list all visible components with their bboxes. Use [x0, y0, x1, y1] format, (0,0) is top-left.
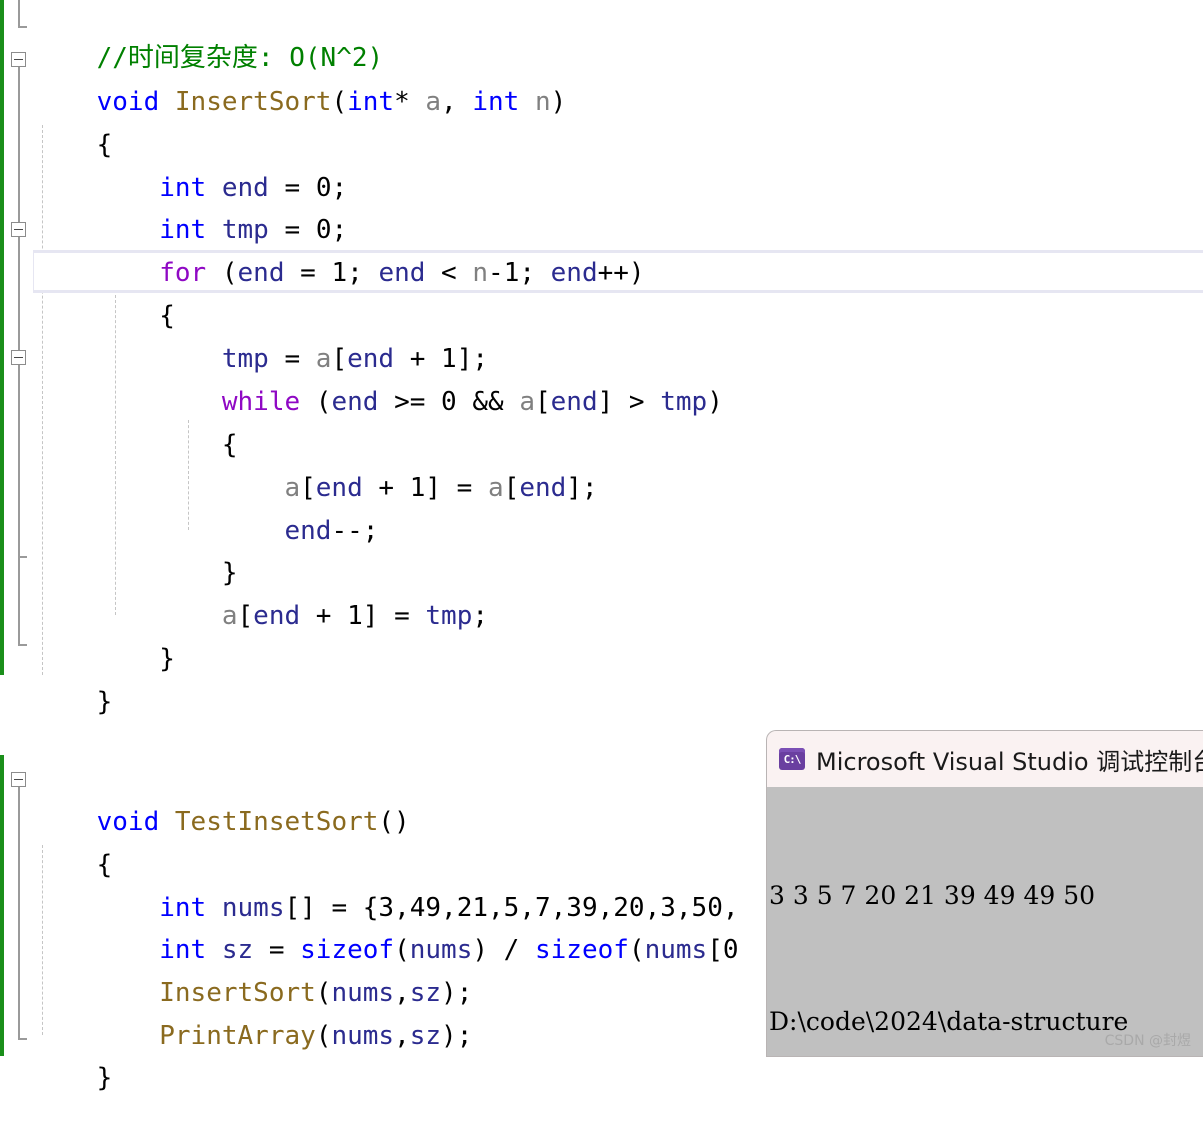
code-line-10[interactable]: { — [34, 381, 238, 460]
code-line-14[interactable]: a[end + 1] = tmp; — [34, 552, 488, 631]
code-line-19[interactable]: void TestInsetSort() — [34, 758, 410, 837]
csdn-watermark: CSDN @封煜 — [1104, 1033, 1191, 1049]
outline-foot-comment — [18, 26, 27, 28]
code-line-25[interactable]: } — [34, 1014, 113, 1093]
code-line-9[interactable]: while (end >= 0 && a[end] > tmp) — [34, 338, 723, 417]
code-line-23[interactable]: InsertSort(nums,sz); — [34, 929, 472, 1008]
collapse-toggle-testinsetsort[interactable] — [11, 772, 26, 787]
console-app-icon: C:\ — [779, 748, 805, 770]
code-line-3[interactable]: { — [34, 81, 113, 160]
console-icon-glyph: C:\ — [783, 753, 802, 766]
outline-rail-testinsetsort — [18, 786, 20, 1038]
code-line-8[interactable]: tmp = a[end + 1]; — [34, 295, 488, 374]
outline-foot-for — [18, 556, 27, 558]
console-output-line-1: 3 3 5 7 20 21 39 49 49 50 — [769, 881, 1096, 910]
code-line-6[interactable]: for (end = 1; end < n-1; end++) — [34, 209, 644, 288]
outline-foot-insertsort — [18, 644, 27, 646]
collapse-toggle-for[interactable] — [11, 222, 26, 237]
code-line-21[interactable]: int nums[] = {3,49,21,5,7,39,20,3,50, — [34, 844, 738, 923]
console-window-title: Microsoft Visual Studio 调试控制台 — [816, 747, 1203, 776]
collapse-toggle-insertsort[interactable] — [11, 52, 26, 67]
code-line-4[interactable]: int end = 0; — [34, 124, 347, 203]
code-line-12[interactable]: end--; — [34, 467, 378, 546]
code-line-22[interactable]: int sz = sizeof(nums) / sizeof(nums[0 — [34, 886, 738, 965]
code-line-16[interactable]: } — [34, 638, 113, 717]
change-bar-upper — [0, 0, 4, 675]
console-titlebar[interactable]: C:\ Microsoft Visual Studio 调试控制台 — [767, 731, 1203, 787]
token-fn-testinsetsort: TestInsetSort — [174, 807, 379, 837]
change-bar-lower — [0, 755, 4, 1056]
outline-rail-comment — [18, 0, 20, 26]
token-fn-insertsort: InsertSort — [174, 87, 332, 117]
code-line-13[interactable]: } — [34, 509, 238, 588]
collapse-toggle-while[interactable] — [11, 350, 26, 365]
code-line-20[interactable]: { — [34, 801, 113, 880]
outline-foot-testinsetsort — [18, 1038, 27, 1040]
outline-rail-while — [18, 363, 20, 513]
code-line-5[interactable]: int tmp = 0; — [34, 166, 347, 245]
code-line-11[interactable]: a[end + 1] = a[end]; — [34, 424, 597, 503]
code-line-24[interactable]: PrintArray(nums,sz); — [34, 972, 472, 1051]
code-line-7[interactable]: { — [34, 252, 175, 331]
debug-console-window[interactable]: C:\ Microsoft Visual Studio 调试控制台 3 3 5 … — [767, 731, 1203, 1056]
code-line-1[interactable]: //时间复杂度: O(N^2) — [34, 0, 384, 73]
console-output[interactable]: 3 3 5 7 20 21 39 49 49 50 D:\code\2024\d… — [767, 787, 1203, 1056]
code-line-2[interactable]: void InsertSort(int* a, int n) — [34, 38, 567, 117]
code-line-15[interactable]: } — [34, 595, 175, 674]
